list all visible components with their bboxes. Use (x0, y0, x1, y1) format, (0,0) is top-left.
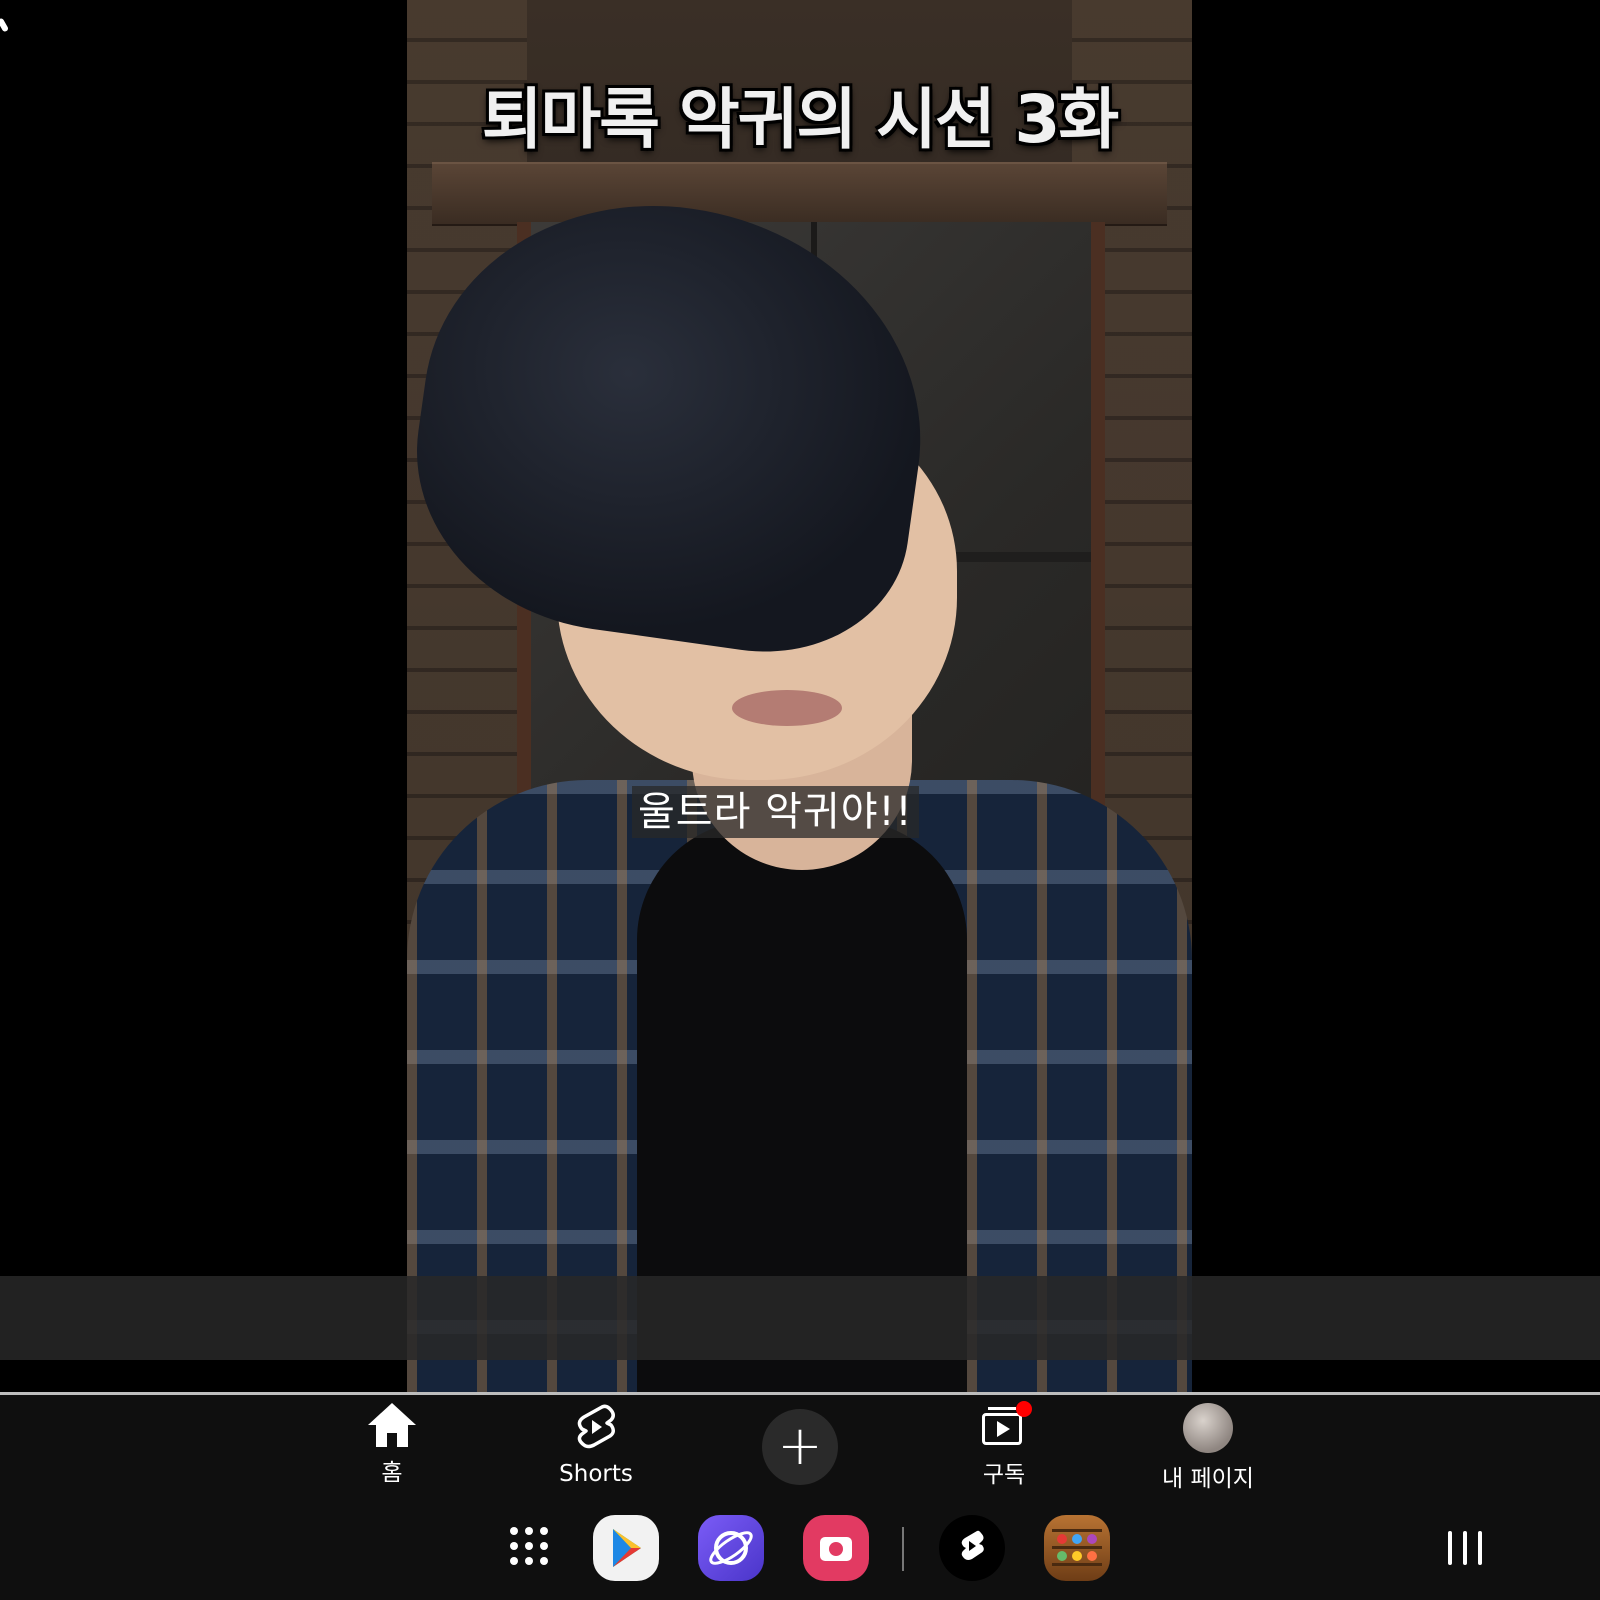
game-app-icon[interactable] (1044, 1515, 1110, 1581)
recents-icon[interactable] (1448, 1531, 1484, 1565)
avatar-icon (1183, 1403, 1233, 1453)
nav-my-page-label: 내 페이지 (1162, 1466, 1254, 1492)
play-store-icon[interactable] (593, 1515, 659, 1581)
subscriptions-icon (980, 1401, 1032, 1449)
nav-subscriptions[interactable]: 구독 (934, 1401, 1074, 1489)
shorts-app-icon[interactable] (939, 1515, 1005, 1581)
camera-icon[interactable] (803, 1515, 869, 1581)
create-button[interactable]: + (762, 1409, 838, 1485)
bottom-navigation: 홈 Shorts + 구독 내 페이지 (0, 1395, 1600, 1505)
video-title-overlay: 퇴마록 악귀의 시선 3화 (481, 81, 1119, 158)
nav-shorts-label: Shorts (559, 1461, 633, 1487)
overlay-bar (0, 1276, 1600, 1360)
nav-my-page[interactable]: 내 페이지 (1138, 1403, 1278, 1493)
nav-home[interactable]: 홈 (322, 1403, 462, 1487)
status-indicator (0, 17, 10, 33)
home-icon (368, 1403, 416, 1447)
nav-home-label: 홈 (381, 1460, 403, 1486)
android-taskbar (0, 1505, 1600, 1600)
nav-subscriptions-label: 구독 (982, 1462, 1026, 1488)
shorts-icon (577, 1404, 615, 1449)
background-beam (432, 162, 1167, 226)
nav-shorts[interactable]: Shorts (526, 1403, 666, 1487)
taskbar-divider (902, 1527, 904, 1571)
short-video-player[interactable]: 퇴마록 악귀의 시선 3화 울트라 악귀야!! (407, 0, 1192, 1392)
notification-dot (1016, 1401, 1032, 1417)
grid-icon[interactable] (510, 1527, 550, 1567)
internet-browser-icon[interactable] (698, 1515, 764, 1581)
video-caption: 울트라 악귀야!! (632, 786, 919, 838)
create-plus-icon: + (777, 1414, 823, 1477)
